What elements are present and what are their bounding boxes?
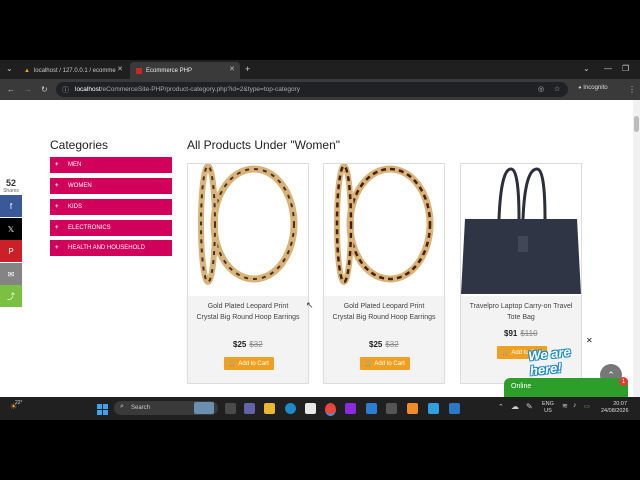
back-icon[interactable]: ← <box>7 86 15 94</box>
menu-dots-icon[interactable]: ⋮ <box>628 86 636 94</box>
product-image[interactable] <box>324 163 444 296</box>
facebook-icon: f <box>9 201 13 211</box>
wifi-icon[interactable]: ≋ <box>562 402 568 410</box>
pinterest-icon: P <box>8 246 14 256</box>
address-bar[interactable]: ⓘ localhost/eCommerceSite-PHP/product-ca… <box>56 82 568 97</box>
chat-online-bar[interactable]: Online <box>504 378 628 397</box>
app-purple-icon[interactable] <box>345 403 356 414</box>
incognito-icon: ◕ <box>578 85 582 91</box>
windows-icon <box>97 404 108 415</box>
tab-label: Ecommerce PHP <box>146 67 193 74</box>
chrome-icon[interactable] <box>325 403 336 416</box>
close-icon[interactable]: ✕ <box>229 65 235 73</box>
mouse-cursor-icon: ↖ <box>306 300 314 310</box>
product-price: $25 $32 <box>369 340 399 349</box>
hoop-earring-icon <box>334 163 434 285</box>
app-blue-icon[interactable] <box>428 403 439 414</box>
bookmark-star-icon[interactable]: ☆ <box>554 85 560 93</box>
close-chat-icon[interactable]: ✕ <box>586 336 593 345</box>
tab-search-icon[interactable]: ⌄ <box>6 65 13 73</box>
cart-icon: 🛒 <box>365 361 373 367</box>
task-view-icon[interactable] <box>225 403 236 414</box>
product-card[interactable]: Gold Plated Leopard Print Crystal Big Ro… <box>323 163 445 384</box>
product-card[interactable]: Gold Plated Leopard Print Crystal Big Ro… <box>187 163 309 384</box>
share-icon: ⤴ <box>7 291 15 301</box>
email-share-button[interactable]: ✉ <box>0 263 22 285</box>
chat-badge: 1 <box>619 377 628 386</box>
scrollbar-thumb[interactable] <box>634 116 639 132</box>
site-info-icon[interactable]: ⓘ <box>62 85 69 95</box>
category-women[interactable]: + WOMEN <box>50 178 172 194</box>
app-gray-icon[interactable] <box>386 403 397 414</box>
category-men[interactable]: + MEN <box>50 157 172 173</box>
page-heading: All Products Under "Women" <box>187 138 341 152</box>
pen-icon[interactable]: ✎ <box>526 402 533 411</box>
minimize-button[interactable]: — <box>604 65 612 73</box>
window-list-icon[interactable]: ⌄ <box>583 65 590 73</box>
tray-chevron-up-icon[interactable]: ⌃ <box>498 403 504 411</box>
edge-icon[interactable] <box>285 403 296 414</box>
x-icon: 𝕏 <box>7 224 15 234</box>
plus-icon: + <box>55 204 59 210</box>
product-title[interactable]: Gold Plated Leopard Print Crystal Big Ro… <box>332 301 436 323</box>
x-share-button[interactable]: 𝕏 <box>0 218 22 240</box>
email-icon: ✉ <box>7 269 15 279</box>
plus-icon: + <box>55 225 59 231</box>
language-indicator[interactable]: ENG US <box>542 401 554 415</box>
chat-banner[interactable]: We are here! <box>528 344 595 378</box>
add-to-cart-button[interactable]: 🛒 Add to Cart <box>360 357 410 370</box>
add-to-cart-button[interactable]: 🛒 Add to Cart <box>224 357 274 370</box>
category-kids[interactable]: + KIDS <box>50 199 172 215</box>
product-image[interactable] <box>461 164 581 296</box>
tab-label: localhost / 127.0.0.1 / ecomme <box>33 67 116 74</box>
product-title[interactable]: Travelpro Laptop Carry-on Travel Tote Ba… <box>469 301 573 323</box>
cloud-icon[interactable]: ☁ <box>511 402 519 411</box>
share-count: 52 Shares <box>0 178 22 194</box>
cart-icon: 🛒 <box>502 350 510 356</box>
plus-icon: + <box>55 245 59 251</box>
category-electronics[interactable]: + ELECTRONICS <box>50 220 172 236</box>
new-tab-button[interactable]: + <box>245 65 250 74</box>
search-icon: ⌕ <box>120 403 124 410</box>
reload-icon[interactable]: ↻ <box>41 86 48 94</box>
product-image[interactable] <box>188 163 308 296</box>
more-share-button[interactable]: ⤴ <box>0 285 22 307</box>
volume-icon[interactable]: ♪ <box>573 402 577 409</box>
categories-title: Categories <box>50 138 109 152</box>
vscode-icon[interactable] <box>449 403 460 414</box>
start-button[interactable] <box>97 402 108 415</box>
hoop-earring-icon <box>198 163 298 285</box>
url-text: localhost/eCommerceSite-PHP/product-cate… <box>75 86 300 93</box>
close-icon[interactable]: ✕ <box>117 65 123 73</box>
category-health[interactable]: + HEALTH AND HOUSEHOLD <box>50 240 172 256</box>
maximize-button[interactable]: ❐ <box>622 65 629 73</box>
pinterest-share-button[interactable]: P <box>0 240 22 262</box>
incognito-indicator[interactable]: ◕ Incognito <box>578 85 608 91</box>
product-title[interactable]: Gold Plated Leopard Print Crystal Big Ro… <box>196 301 300 323</box>
forward-icon[interactable]: → <box>24 86 32 94</box>
file-explorer-icon[interactable] <box>264 403 275 414</box>
store-icon[interactable] <box>305 403 316 414</box>
battery-icon[interactable]: ▭ <box>584 403 590 410</box>
xampp-icon[interactable] <box>407 403 418 414</box>
todo-icon[interactable] <box>366 403 377 414</box>
scrollbar[interactable] <box>633 100 640 397</box>
product-price: $25 $32 <box>233 340 263 349</box>
cart-icon: 🛒 <box>229 361 237 367</box>
phpmyadmin-favicon-icon: ▲ <box>24 67 30 74</box>
site-favicon-icon <box>136 67 142 74</box>
copilot-icon[interactable] <box>244 403 255 414</box>
eye-off-icon[interactable]: ◎ <box>538 85 544 93</box>
plus-icon: + <box>55 162 59 168</box>
product-price: $91 $110 <box>504 329 538 338</box>
taskbar-search[interactable]: ⌕ Search <box>114 401 218 415</box>
facebook-share-button[interactable]: f <box>0 195 22 217</box>
tote-bag-icon <box>461 167 581 294</box>
weather-temp: 22° <box>15 400 23 406</box>
search-highlight-icon <box>194 402 214 414</box>
plus-icon: + <box>55 183 59 189</box>
tab-ecommerce[interactable]: Ecommerce PHP ✕ <box>130 62 240 79</box>
clock[interactable]: 20:07 24/08/2026 <box>601 401 629 415</box>
tab-phpmyadmin[interactable]: ▲ localhost / 127.0.0.1 / ecomme ✕ <box>18 62 128 79</box>
